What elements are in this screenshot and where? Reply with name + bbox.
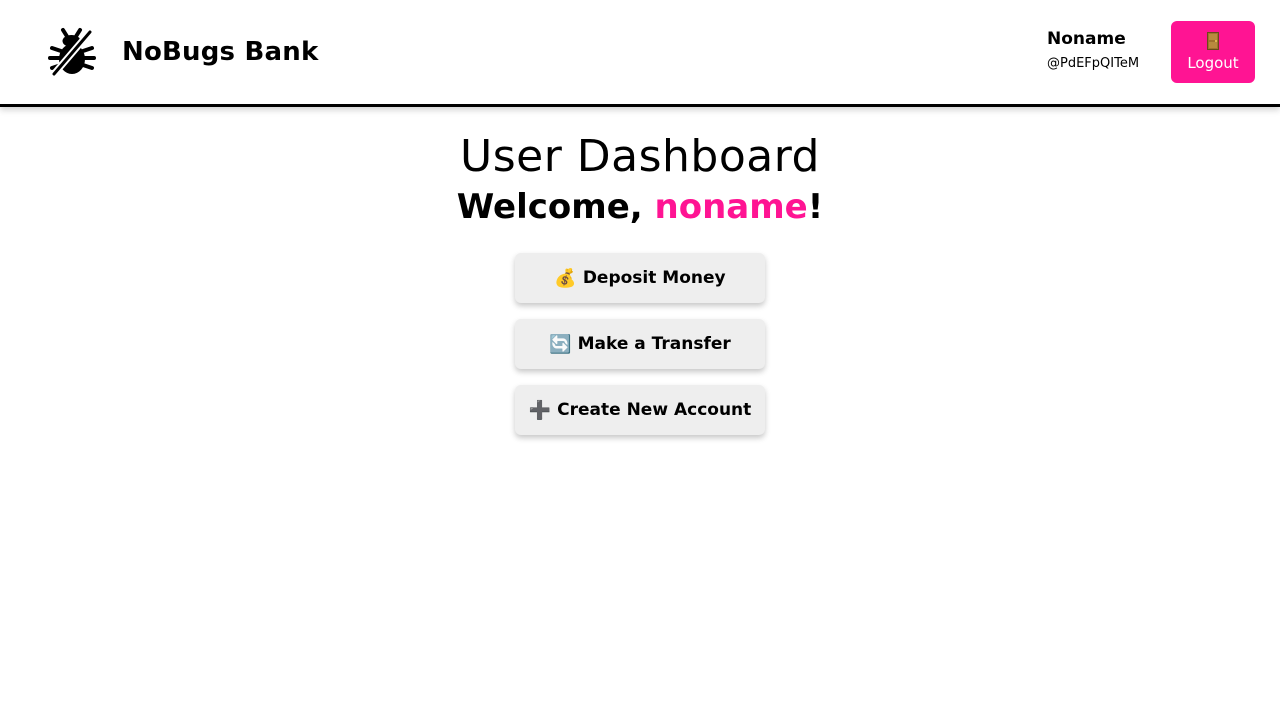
money-bag-icon: 💰 bbox=[554, 267, 577, 289]
make-transfer-label: Make a Transfer bbox=[577, 334, 731, 354]
plus-icon: ➕ bbox=[528, 399, 552, 421]
make-transfer-button[interactable]: 🔄 Make a Transfer bbox=[515, 319, 765, 369]
user-display-name: Noname bbox=[1047, 29, 1126, 49]
logout-label: Logout bbox=[1187, 54, 1239, 72]
bug-crossed-icon bbox=[48, 28, 96, 78]
refresh-arrows-icon: 🔄 bbox=[549, 333, 572, 355]
dashboard-main: User Dashboard Welcome, noname! 💰 Deposi… bbox=[0, 107, 1280, 451]
brand-name: NoBugs Bank bbox=[122, 37, 319, 67]
create-account-label: Create New Account bbox=[557, 400, 752, 420]
page-title: User Dashboard bbox=[460, 131, 820, 182]
welcome-prefix: Welcome, bbox=[456, 187, 655, 227]
welcome-username: noname bbox=[654, 187, 808, 227]
brand[interactable]: NoBugs Bank bbox=[46, 26, 318, 78]
action-list: 💰 Deposit Money 🔄 Make a Transfer ➕ Crea… bbox=[0, 253, 1280, 451]
deposit-money-button[interactable]: 💰 Deposit Money bbox=[515, 253, 765, 303]
welcome-message: Welcome, noname! bbox=[0, 185, 1280, 229]
app-header: NoBugs Bank Noname @PdEFpQITeM Logout bbox=[0, 0, 1280, 107]
user-info: Noname @PdEFpQITeM bbox=[1047, 28, 1157, 72]
welcome-suffix: ! bbox=[807, 187, 824, 227]
door-icon bbox=[1207, 32, 1219, 50]
deposit-money-label: Deposit Money bbox=[582, 268, 726, 288]
logout-button[interactable]: Logout bbox=[1171, 21, 1255, 83]
create-account-button[interactable]: ➕ Create New Account bbox=[515, 385, 765, 435]
user-handle: @PdEFpQITeM bbox=[1047, 56, 1140, 71]
